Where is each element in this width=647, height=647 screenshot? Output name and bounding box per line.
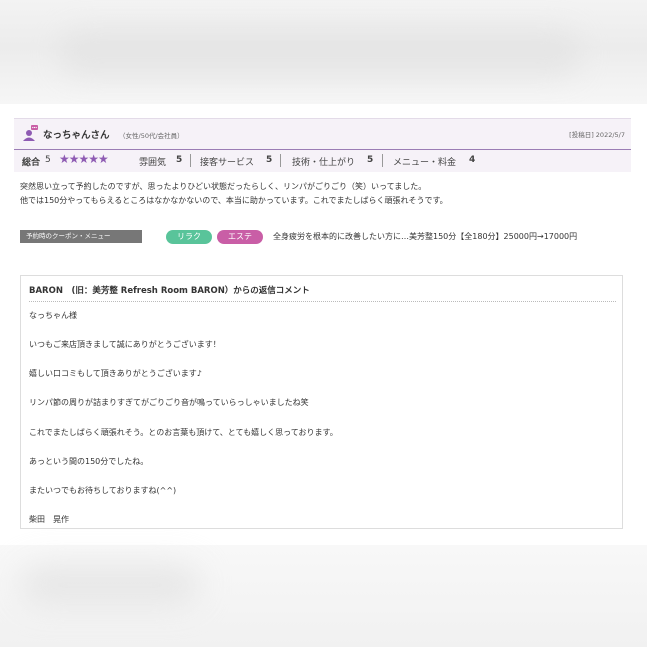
rating-row: 総合 5 ★★★★★ 雰囲気 5 接客サービス 5 技術・仕上がり 5 メニュー… bbox=[14, 150, 631, 172]
reply-box: BARON (旧：美芳整 Refresh Room BARON）からの返信コメン… bbox=[20, 275, 623, 529]
overall-score: 5 bbox=[45, 155, 51, 165]
rating-score-menu-price: 4 bbox=[469, 155, 476, 165]
divider bbox=[190, 154, 191, 167]
blurred-background-bottom bbox=[0, 545, 647, 647]
reply-line: あっという間の150分でしたね。 bbox=[29, 457, 149, 466]
posted-date: [投稿日] 2022/5/7 bbox=[569, 131, 625, 139]
divider bbox=[280, 154, 281, 167]
rating-label-service: 接客サービス bbox=[200, 158, 255, 168]
review-header: なっちゃんさん （女性/50代/会社員） [投稿日] 2022/5/7 bbox=[14, 118, 631, 151]
reply-line: 嬉しい口コミもして頂きありがとうございます♪ bbox=[29, 369, 202, 378]
category-pill-relax[interactable]: リラク bbox=[166, 230, 212, 244]
review-card: なっちゃんさん （女性/50代/会社員） [投稿日] 2022/5/7 総合 5… bbox=[0, 104, 647, 545]
rating-label-skill: 技術・仕上がり bbox=[292, 158, 356, 168]
reply-signature: 柴田 晃作 bbox=[29, 515, 69, 524]
rating-score-service: 5 bbox=[266, 155, 273, 165]
divider bbox=[29, 301, 616, 302]
reviewer-meta: （女性/50代/会社員） bbox=[119, 132, 184, 140]
reply-title: BARON (旧：美芳整 Refresh Room BARON）からの返信コメン… bbox=[29, 286, 310, 296]
review-body-line: 他では150分やってもらえるところはなかなかないので、本当に助かっています。これ… bbox=[20, 196, 448, 205]
user-avatar-icon bbox=[22, 125, 38, 141]
category-pill-esthe[interactable]: エステ bbox=[217, 230, 263, 244]
review-body: 突然思い立って予約したのですが、思ったよりひどい状態だったらしく、リンパがごりご… bbox=[20, 180, 630, 208]
reply-line: またいつでもお待ちしておりますね(^^) bbox=[29, 486, 177, 495]
rating-stars: ★★★★★ bbox=[59, 152, 109, 166]
rating-label-menu-price: メニュー・料金 bbox=[393, 158, 457, 168]
divider bbox=[382, 154, 383, 167]
blurred-background-top bbox=[0, 0, 647, 104]
reply-line: いつもご来店頂きまして誠にありがとうございます！ bbox=[29, 340, 221, 349]
rating-score-skill: 5 bbox=[367, 155, 374, 165]
reply-line: リンパ節の周りが詰まりすぎてがごりごり音が鳴っていらっしゃいましたね笑 bbox=[29, 398, 309, 407]
reviewer-name[interactable]: なっちゃんさん bbox=[43, 127, 110, 141]
reply-line: これでまたしばらく頑張れそう。とのお言葉も頂けて、とても嬉しく思っております。 bbox=[29, 428, 338, 437]
rating-label-atmosphere: 雰囲気 bbox=[139, 158, 167, 168]
rating-score-atmosphere: 5 bbox=[176, 155, 183, 165]
review-body-line: 突然思い立って予約したのですが、思ったよりひどい状態だったらしく、リンパがごりご… bbox=[20, 182, 427, 191]
overall-label: 総合 bbox=[22, 158, 41, 168]
coupon-link[interactable]: 全身疲労を根本的に改善したい方に…美芳整150分【全180分】25000円→17… bbox=[273, 230, 628, 244]
coupon-tag: 予約時のクーポン・メニュー bbox=[20, 230, 142, 243]
reply-line: なっちゃん様 bbox=[29, 311, 77, 320]
coupon-row: 予約時のクーポン・メニュー リラク エステ 全身疲労を根本的に改善したい方に…美… bbox=[20, 230, 630, 260]
